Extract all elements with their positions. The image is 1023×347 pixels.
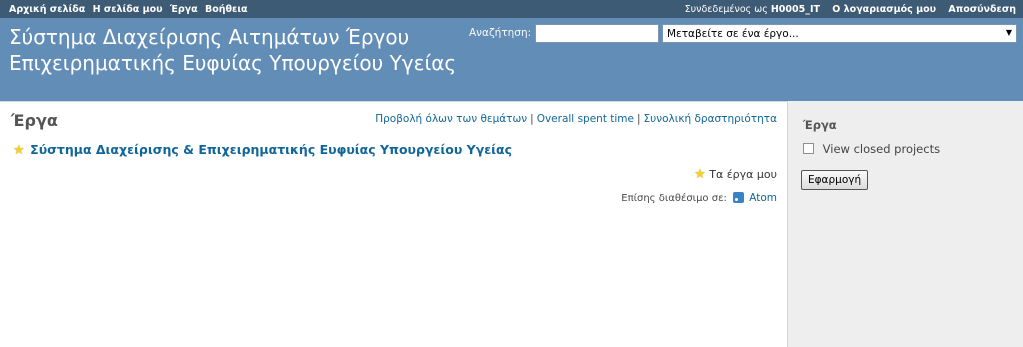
- chevron-down-icon: ▼: [1005, 28, 1012, 37]
- my-account-link[interactable]: Ο λογαριασμός μου: [832, 4, 936, 15]
- apply-button[interactable]: Εφαρμογή: [801, 170, 869, 190]
- header: Σύστημα Διαχείρισης Αιτημάτων Έργου Επιχ…: [0, 18, 1023, 101]
- project-jump-select[interactable]: Μεταβείτε σε ένα έργο... ▼: [662, 24, 1017, 43]
- star-icon: ★: [694, 167, 706, 182]
- contextual-links: Προβολή όλων των θεμάτων | Overall spent t…: [375, 113, 777, 125]
- top-menu-right: Συνδεδεμένος ως H0005_IT Ο λογαριασμός μ…: [676, 4, 1016, 15]
- overall-spent-time-link[interactable]: Overall spent time: [537, 113, 634, 125]
- username-link[interactable]: H0005_IT: [771, 4, 820, 15]
- projects-link[interactable]: Έργα: [170, 4, 198, 15]
- search-input[interactable]: [535, 24, 659, 43]
- atom-link[interactable]: Atom: [749, 192, 777, 204]
- project-jump-value: Μεταβείτε σε ένα έργο...: [667, 28, 799, 40]
- closed-projects-option: View closed projects: [803, 142, 940, 156]
- project-link[interactable]: Σύστημα Διαχείρισης & Επιχειρηματικής Ευ…: [30, 142, 512, 157]
- sidebar: Έργα View closed projects Εφαρμογή: [787, 101, 1023, 347]
- site-title: Σύστημα Διαχείρισης Αιτημάτων Έργου Επιχ…: [9, 25, 457, 75]
- logout-link[interactable]: Αποσύνδεση: [948, 4, 1016, 15]
- other-formats: Επίσης διαθέσιμο σε: Atom: [621, 192, 777, 204]
- overall-activity-link[interactable]: Συνολική δραστηριότητα: [644, 113, 777, 125]
- top-menu-left: Αρχική σελίδα Η σελίδα μου Έργα Βοήθεια: [9, 4, 252, 15]
- search-label: Αναζήτηση:: [469, 27, 532, 39]
- project-row: ★ Σύστημα Διαχείρισης & Επιχειρηματικής …: [13, 142, 512, 158]
- closed-projects-label[interactable]: View closed projects: [823, 142, 940, 156]
- top-menu: Αρχική σελίδα Η σελίδα μου Έργα Βοήθεια …: [0, 0, 1023, 18]
- content: Προβολή όλων των θεμάτων | Overall spent t…: [0, 101, 787, 347]
- page-title: Έργα: [11, 111, 58, 130]
- also-available-label: Επίσης διαθέσιμο σε:: [621, 193, 727, 204]
- view-all-issues-link[interactable]: Προβολή όλων των θεμάτων: [375, 113, 527, 125]
- help-link[interactable]: Βοήθεια: [205, 4, 248, 15]
- logged-as: Συνδεδεμένος ως H0005_IT: [685, 4, 820, 15]
- my-projects-legend: ★ Τα έργα μου: [694, 167, 777, 182]
- home-link[interactable]: Αρχική σελίδα: [9, 4, 85, 15]
- my-page-link[interactable]: Η σελίδα μου: [93, 4, 163, 15]
- logged-as-label: Συνδεδεμένος ως: [684, 4, 768, 15]
- separator: |: [637, 113, 641, 125]
- separator: |: [530, 113, 534, 125]
- closed-projects-checkbox[interactable]: [803, 143, 814, 154]
- my-projects-label: Τα έργα μου: [709, 168, 777, 181]
- star-icon: ★: [13, 143, 25, 158]
- sidebar-title: Έργα: [803, 118, 837, 132]
- feed-icon: [733, 192, 745, 203]
- main-area: Προβολή όλων των θεμάτων | Overall spent t…: [0, 101, 1023, 347]
